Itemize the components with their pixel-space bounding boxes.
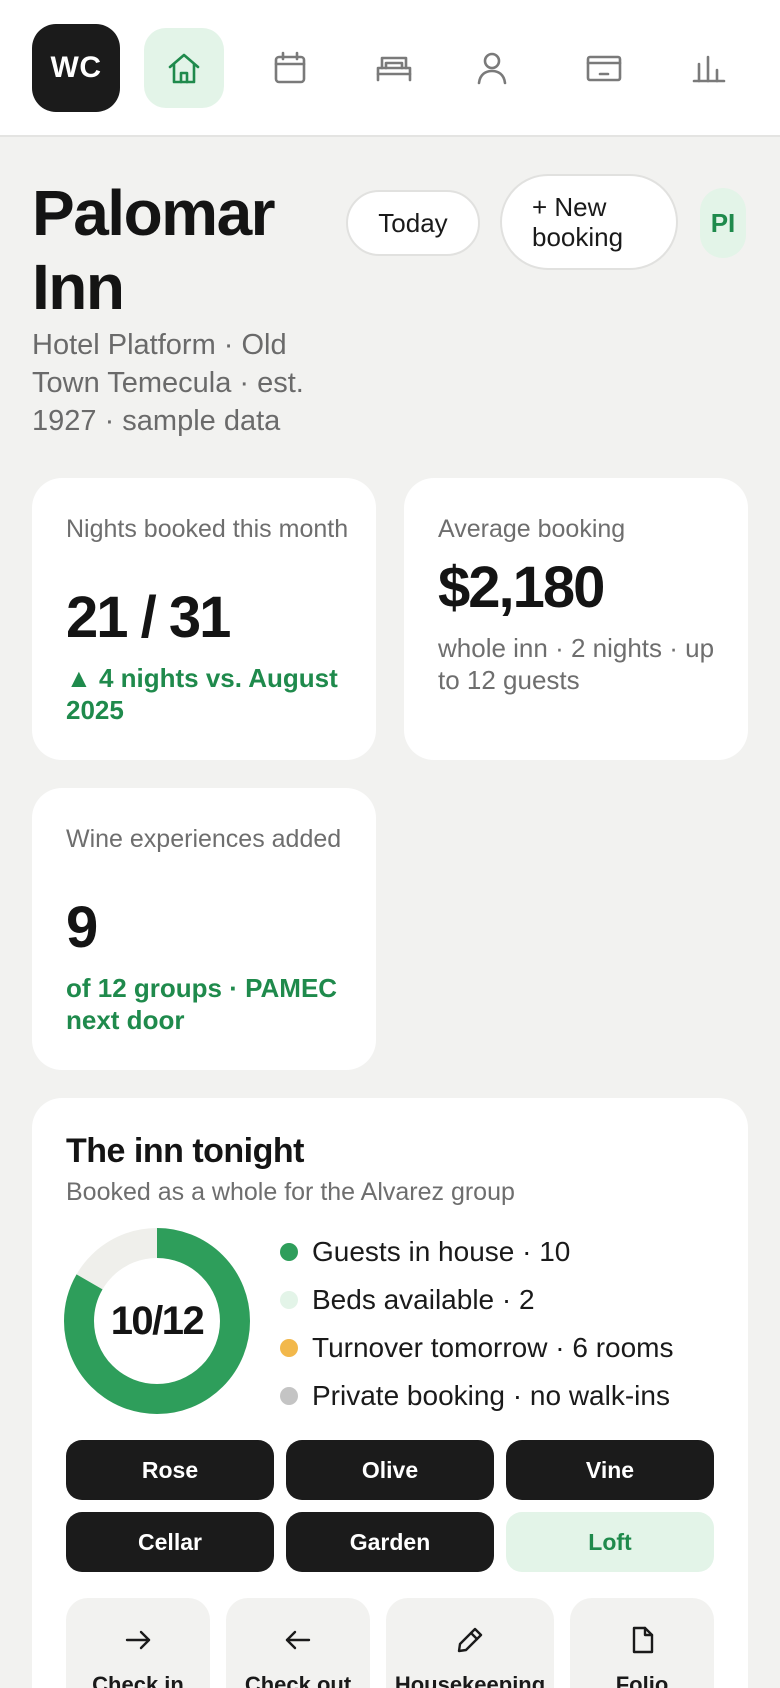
legend-dot <box>280 1243 298 1261</box>
legend-text: Guests in house · 10 <box>312 1236 571 1267</box>
legend-dot <box>280 1339 298 1357</box>
stat-card-average-booking: Average booking $2,180 whole inn · 2 nig… <box>404 478 748 760</box>
document-icon <box>632 1626 654 1654</box>
room-chip-vine[interactable]: Vine <box>506 1440 714 1500</box>
room-chip-loft[interactable]: Loft <box>506 1512 714 1572</box>
housekeeping-button[interactable]: Housekeeping <box>386 1598 554 1688</box>
occupancy-label: 10/12 <box>110 1298 205 1343</box>
arrow-right-icon <box>125 1630 151 1650</box>
stat-label: Average booking <box>438 515 626 543</box>
legend-text: Turnover tomorrow · 6 rooms <box>312 1332 674 1363</box>
stat-label: Wine experiences added <box>66 825 342 853</box>
room-chip-olive[interactable]: Olive <box>286 1440 494 1500</box>
nav-payments-button[interactable] <box>564 28 644 108</box>
check-in-button[interactable]: Check in <box>66 1598 210 1688</box>
panel-title: The inn tonight <box>66 1132 305 1170</box>
legend-dot <box>280 1291 298 1309</box>
occupancy-legend: Guests in house · 10 Beds available · 2 … <box>280 1228 674 1420</box>
action-label: Folio <box>615 1672 669 1688</box>
nav-home-button[interactable] <box>144 28 224 108</box>
stat-note: ▲ 4 nights vs. August 2025 <box>66 663 338 725</box>
stat-note: of 12 groups · PAMEC next door <box>66 973 338 1035</box>
today-button[interactable]: Today <box>346 190 480 256</box>
action-label: Check out <box>244 1672 352 1688</box>
nav-reports-button[interactable] <box>668 28 748 108</box>
stat-note: whole inn · 2 nights · up to 12 guests <box>438 633 715 695</box>
nav-calendar-button[interactable] <box>250 28 330 108</box>
panel-subtitle: Booked as a whole for the Alvarez group <box>66 1178 515 1206</box>
inn-tonight-panel: The inn tonight Booked as a whole for th… <box>32 1098 748 1688</box>
room-chip-rose[interactable]: Rose <box>66 1440 274 1500</box>
legend-dot <box>280 1387 298 1405</box>
legend-item: Private booking · no walk-ins <box>280 1372 674 1420</box>
stat-value: $2,180 <box>438 555 605 620</box>
room-chip-garden[interactable]: Garden <box>286 1512 494 1572</box>
stat-card-nights: Nights booked this month 21 / 31 ▲ 4 nig… <box>32 478 376 760</box>
legend-item: Guests in house · 10 <box>280 1228 674 1276</box>
arrow-left-icon <box>285 1630 311 1650</box>
legend-text: Beds available · 2 <box>312 1284 535 1315</box>
stat-value: 21 / 31 <box>66 585 231 650</box>
legend-item: Turnover tomorrow · 6 rooms <box>280 1324 674 1372</box>
check-out-button[interactable]: Check out <box>226 1598 370 1688</box>
folio-button[interactable]: Folio <box>570 1598 714 1688</box>
person-icon <box>477 52 507 85</box>
avatar[interactable]: PI <box>700 188 746 258</box>
top-navigation: WC <box>0 0 780 137</box>
bed-icon <box>376 56 412 82</box>
app-logo[interactable]: WC <box>32 24 120 112</box>
page-title: Palomar Inn <box>32 177 276 323</box>
stat-label: Nights booked this month <box>66 515 349 543</box>
new-booking-button[interactable]: + New booking <box>500 174 678 270</box>
bar-chart-icon <box>692 55 726 83</box>
nav-rooms-button[interactable] <box>354 28 434 108</box>
card-icon <box>586 55 622 82</box>
stat-value: 9 <box>66 895 98 960</box>
legend-text: Private booking · no walk-ins <box>312 1380 670 1411</box>
calendar-icon <box>274 51 306 84</box>
action-label: Check in <box>92 1672 184 1688</box>
pencil-icon <box>457 1627 483 1653</box>
home-icon <box>168 53 200 84</box>
nav-guests-button[interactable] <box>452 28 532 108</box>
stat-card-wine-experiences: Wine experiences added 9 of 12 groups · … <box>32 788 376 1070</box>
page-subtitle: Hotel Platform · Old Town Temecula · est… <box>32 329 304 437</box>
room-chip-cellar[interactable]: Cellar <box>66 1512 274 1572</box>
action-label: Housekeeping <box>394 1672 546 1688</box>
legend-item: Beds available · 2 <box>280 1276 674 1324</box>
